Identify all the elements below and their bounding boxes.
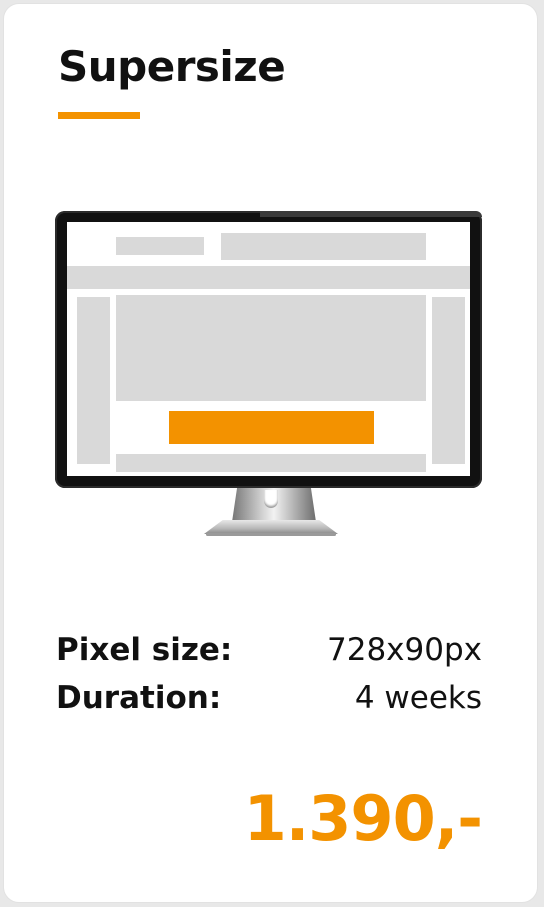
spec-row-duration: Duration: 4 weeks [56, 678, 482, 718]
placeholder-header-banner [221, 233, 426, 260]
spec-value: 728x90px [327, 632, 482, 668]
price-label: 1.390,- [243, 782, 483, 855]
ad-banner-slot [169, 411, 374, 444]
spec-row-pixel-size: Pixel size: 728x90px [56, 630, 482, 670]
placeholder-left-column [77, 297, 110, 464]
placeholder-footer [116, 454, 426, 472]
placeholder-navbar [67, 266, 470, 289]
placeholder-logo [116, 237, 204, 255]
monitor-stand-cable-hole [264, 490, 278, 508]
monitor-illustration [0, 0, 544, 560]
spec-value: 4 weeks [354, 680, 482, 716]
placeholder-main-content [116, 295, 426, 401]
spec-label: Pixel size: [56, 632, 233, 668]
monitor-screen [67, 222, 470, 476]
monitor-bezel-highlight [260, 211, 482, 217]
monitor-stand-shadow [206, 533, 336, 536]
spec-label: Duration: [56, 680, 222, 716]
placeholder-right-column [432, 297, 465, 464]
monitor-stand-base [204, 520, 338, 534]
